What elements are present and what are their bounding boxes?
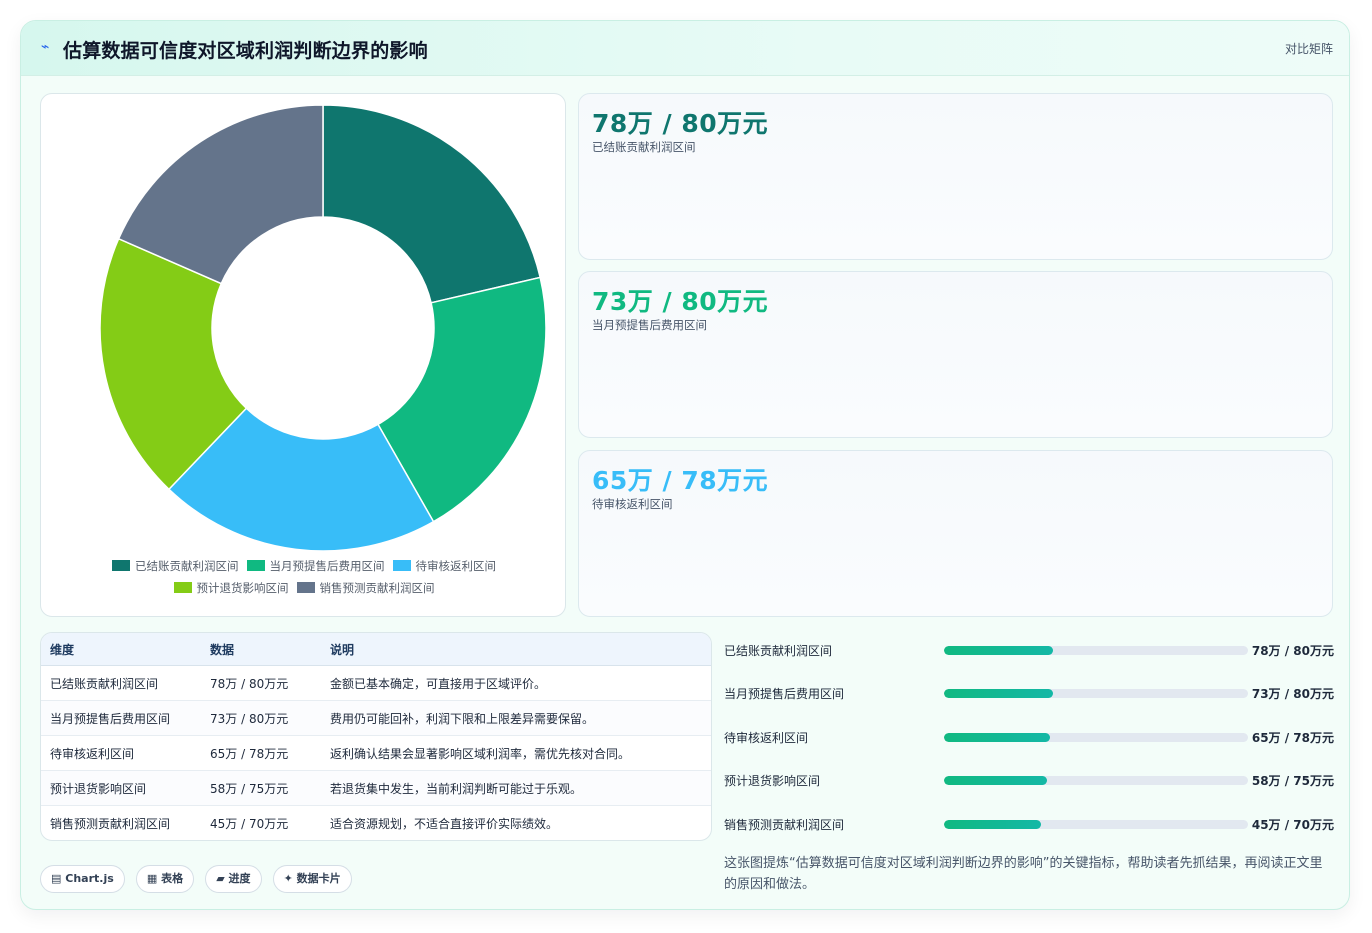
legend-label: 待审核返利区间 [415,559,497,573]
progress-row: 预计退货影响区间 58万 / 75万元 [724,772,1334,792]
donut-chart [99,104,547,552]
column-header: 数据 [201,633,321,666]
legend-swatch [173,582,192,593]
legend-swatch [296,582,315,593]
legend-item[interactable]: 当月预提售后费用区间 [246,558,385,574]
legend-label: 已结账贡献利润区间 [135,559,239,573]
legend-item[interactable]: 待审核返利区间 [392,558,497,574]
table-cell: 当月预提售后费用区间 [41,700,201,736]
progress-chip[interactable]: ▰ 进度 [205,865,262,893]
table-cell: 金额已基本确定，可直接用于区域评价。 [321,665,711,701]
stat-card: 73万 / 80万元 当月预提售后费用区间 [578,271,1333,438]
stat-card: 78万 / 80万元 已结账贡献利润区间 [578,93,1333,260]
legend-item[interactable]: 销售预测贡献利润区间 [296,580,435,596]
page-title: 估算数据可信度对区域利润判断边界的影响 [63,40,428,62]
data-table: 维度 数据 说明 已结账贡献利润区间 78万 / 80万元 金额已基本确定，可直… [41,633,711,840]
table-cell: 45万 / 70万元 [210,816,289,831]
summary-text: 这张图提炼“估算数据可信度对区域利润判断边界的影响”的关键指标，帮助读者先抓结果… [724,856,1323,892]
legend-swatch [246,560,265,571]
progress-fill [944,689,1054,698]
progress-label: 当月预提售后费用区间 [724,687,845,701]
progress-fill [944,646,1054,655]
table-cell: 若退货集中发生，当前利润判断可能过于乐观。 [321,770,711,806]
chip-label: 数据卡片 [296,872,341,885]
table-cell: 待审核返利区间 [41,735,201,771]
table-row: 销售预测贡献利润区间 45万 / 70万元 适合资源规划，不适合直接评价实际绩效… [41,806,711,841]
legend-label: 销售预测贡献利润区间 [319,581,435,595]
stat-value: 78万 / 80万元 [592,109,769,138]
progress-fill [944,733,1051,742]
table-cell: 73万 / 80万元 [201,700,321,736]
progress-value: 45万 / 70万元 [1251,818,1334,832]
progress-fill [944,820,1042,829]
chart-legend: 已结账贡献利润区间 当月预提售后费用区间 待审核返利区间 [41,558,567,574]
table-cell: 58万 / 75万元 [201,770,321,806]
chip-label: Chart.js [65,872,114,885]
progress-label: 销售预测贡献利润区间 [724,818,845,832]
table-row: 待审核返利区间 65万 / 78万元 返利确认结果会显著影响区域利润率，需优先核… [41,735,711,771]
stat-label: 待审核返利区间 [592,497,673,511]
progress-row: 待审核返利区间 65万 / 78万元 [724,729,1334,749]
table-cell: 预计退货影响区间 [41,770,201,806]
legend-label: 预计退货影响区间 [196,581,289,595]
stat-card: 65万 / 78万元 待审核返利区间 [578,450,1333,617]
data-table-panel: 维度 数据 说明 已结账贡献利润区间 78万 / 80万元 金额已基本确定，可直… [40,632,712,841]
table-cell: 65万 / 78万元 [201,735,321,771]
progress-label: 待审核返利区间 [724,731,809,745]
progress-track [944,689,1248,698]
sparkle-icon: ✦ [283,872,293,885]
main-card: ⌁ 估算数据可信度对区域利润判断边界的影响 对比矩阵 已结账贡献利润区间 当月预提… [20,20,1350,910]
progress-value: 73万 / 80万元 [1251,687,1334,701]
tag-chips: ▤ Chart.js ▦ 表格 ▰ 进度 ✦ 数据卡片 [40,865,358,893]
progress-row: 当月预提售后费用区间 73万 / 80万元 [724,685,1334,705]
table-cell: 适合资源规划，不适合直接评价实际绩效。 [330,816,559,831]
progress-fill [944,776,1048,785]
stat-label: 已结账贡献利润区间 [592,140,696,154]
legend-item[interactable]: 预计退货影响区间 [173,580,289,596]
legend-item[interactable]: 已结账贡献利润区间 [112,558,239,574]
chip-label: 进度 [228,872,251,885]
column-header: 维度 [41,633,201,666]
table-cell: 返利确认结果会显著影响区域利润率，需优先核对合同。 [321,735,711,771]
donut-slice[interactable] [322,104,542,304]
card-header: ⌁ 估算数据可信度对区域利润判断边界的影响 对比矩阵 [21,21,1349,76]
progress-value: 78万 / 80万元 [1251,644,1334,658]
table-header-row: 维度 数据 说明 [41,633,711,666]
table-cell: 已结账贡献利润区间 [41,665,201,701]
column-header: 说明 [321,633,711,666]
table-cell: 销售预测贡献利润区间 [50,816,171,831]
table-row: 已结账贡献利润区间 78万 / 80万元 金额已基本确定，可直接用于区域评价。 [41,665,711,701]
table-chip[interactable]: ▦ 表格 [135,865,195,893]
progress-track [944,820,1248,829]
data-card-chip[interactable]: ✦ 数据卡片 [272,865,352,893]
stat-value: 73万 / 80万元 [592,287,769,316]
chart-legend: 预计退货影响区间 销售预测贡献利润区间 [41,580,567,596]
progress-icon: ▰ [216,872,225,885]
table-cell: 78万 / 80万元 [201,665,321,701]
progress-value: 65万 / 78万元 [1251,731,1334,745]
table-cell: 费用仍可能回补，利润下限和上限差异需要保留。 [321,700,711,736]
table-row: 预计退货影响区间 58万 / 75万元 若退货集中发生，当前利润判断可能过于乐观… [41,770,711,806]
progress-row: 已结账贡献利润区间 78万 / 80万元 [724,642,1334,662]
chart-js-chip[interactable]: ▤ Chart.js [40,865,125,893]
legend-swatch [112,560,130,571]
progress-row: 销售预测贡献利润区间 45万 / 70万元 [724,816,1334,836]
chart-icon: ▤ [51,872,62,885]
progress-track [944,733,1248,742]
legend-swatch [392,560,411,571]
progress-value: 58万 / 75万元 [1251,774,1334,788]
table-row: 当月预提售后费用区间 73万 / 80万元 费用仍可能回补，利润下限和上限差异需… [41,700,711,736]
donut-chart-panel: 已结账贡献利润区间 当月预提售后费用区间 待审核返利区间 预计退货影响区间 销售预测贡… [40,93,566,617]
table-icon: ▦ [146,872,158,885]
progress-label: 预计退货影响区间 [724,774,821,788]
stat-value: 65万 / 78万元 [592,466,769,495]
comparison-matrix-link[interactable]: 对比矩阵 [1285,40,1333,57]
sparkle-icon: ⌁ [41,39,50,55]
legend-label: 当月预提售后费用区间 [269,559,385,573]
progress-label: 已结账贡献利润区间 [724,644,833,658]
progress-track [944,646,1248,655]
stat-label: 当月预提售后费用区间 [592,318,707,332]
progress-track [944,776,1248,785]
chip-label: 表格 [161,872,184,885]
